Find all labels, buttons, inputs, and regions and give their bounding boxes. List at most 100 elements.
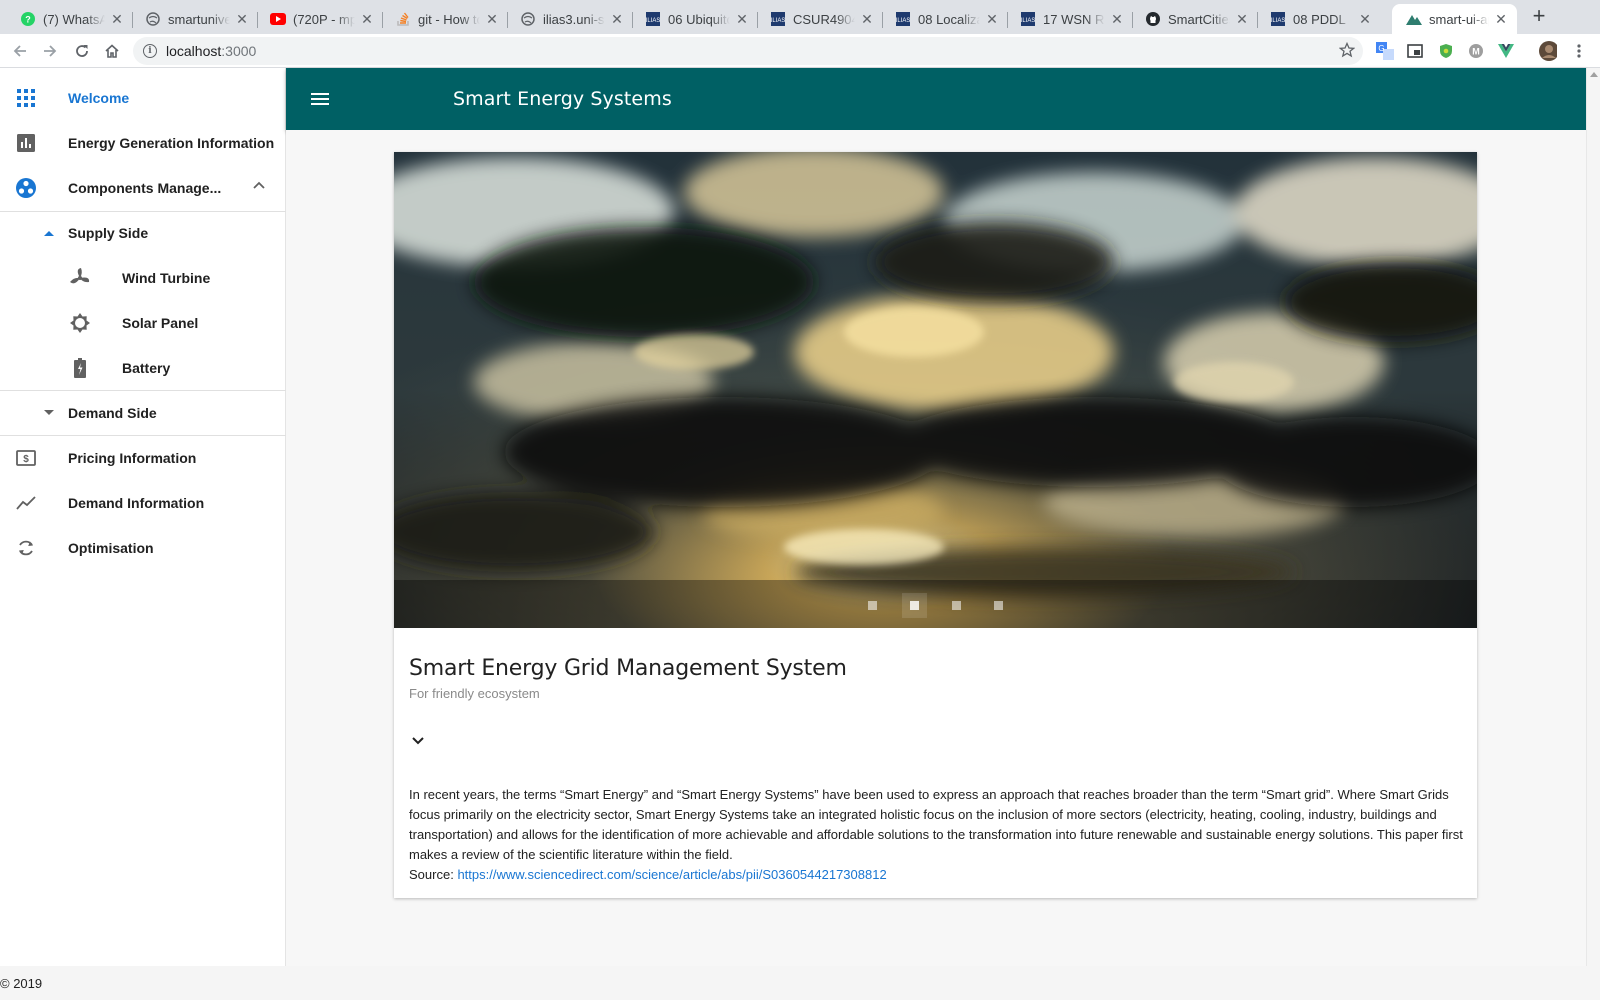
home-button[interactable] <box>100 39 124 63</box>
youtube-icon <box>270 11 286 27</box>
browser-tab[interactable]: ILIAS 17 WSN Routing ✕ <box>1006 4 1133 34</box>
carousel-dot-selected[interactable] <box>910 601 919 610</box>
close-tab-icon[interactable]: ✕ <box>484 11 500 28</box>
sync-icon <box>14 536 38 560</box>
svg-text:ILIAS: ILIAS <box>1271 18 1285 24</box>
sidebar-item-solar-panel[interactable]: Solar Panel <box>0 301 286 346</box>
card-subtitle: For friendly ecosystem <box>409 686 540 701</box>
sidebar-item-optimisation[interactable]: Optimisation <box>0 526 286 571</box>
close-tab-icon[interactable]: ✕ <box>1234 11 1250 28</box>
svg-text:G: G <box>1378 44 1384 53</box>
close-tab-icon[interactable]: ✕ <box>1493 11 1509 28</box>
browser-tab[interactable]: ILIAS 08 PDDL ✕ <box>1256 4 1381 34</box>
back-button[interactable] <box>8 39 32 63</box>
browser-tab[interactable]: SmartCities ✕ <box>1131 4 1258 34</box>
close-tab-icon[interactable]: ✕ <box>234 11 250 28</box>
sidebar-item-battery[interactable]: Battery <box>0 346 286 391</box>
back-arrow-icon <box>13 45 26 57</box>
carousel[interactable] <box>394 152 1477 628</box>
svg-text:ILIAS: ILIAS <box>896 18 910 24</box>
close-tab-icon[interactable]: ✕ <box>1357 11 1373 28</box>
sidebar-item-welcome[interactable]: Welcome <box>0 76 286 121</box>
page-scrollbar[interactable] <box>1586 68 1600 966</box>
chevron-up-icon[interactable] <box>252 178 266 195</box>
hamburger-menu-icon[interactable] <box>308 87 332 111</box>
sun-icon <box>68 311 92 335</box>
sidebar-item-wind-turbine[interactable]: Wind Turbine <box>0 256 286 301</box>
source-link[interactable]: https://www.sciencedirect.com/science/ar… <box>457 867 886 882</box>
close-tab-icon[interactable]: ✕ <box>359 11 375 28</box>
vue-devtools-icon[interactable] <box>1497 42 1515 60</box>
browser-tab[interactable]: ? (7) WhatsApp ✕ <box>6 4 133 34</box>
sidebar-item-components-management[interactable]: Components Manage... <box>0 166 286 211</box>
svg-text:ILIAS: ILIAS <box>646 18 660 24</box>
browser-menu-icon[interactable] <box>1570 42 1588 60</box>
sky-clouds-image <box>394 152 1477 628</box>
translate-extension-icon[interactable]: G <box>1376 42 1394 60</box>
site-info-icon[interactable]: i <box>143 44 157 58</box>
card-title: Smart Energy Grid Management System <box>409 656 847 681</box>
chevron-down-icon[interactable] <box>409 732 427 750</box>
app-title: Smart Energy Systems <box>453 88 672 110</box>
svg-text:$: $ <box>23 454 29 465</box>
home-icon <box>105 44 119 58</box>
close-tab-icon[interactable]: ✕ <box>984 11 1000 28</box>
sidebar-item-demand-side[interactable]: Demand Side <box>0 391 286 436</box>
stackoverflow-icon <box>395 11 411 27</box>
arrow-up-icon <box>37 221 61 245</box>
battery-icon <box>68 356 92 380</box>
bar-chart-icon <box>14 131 38 155</box>
browser-tab[interactable]: (720P - mp4) ✕ <box>256 4 383 34</box>
ilias-icon: ILIAS <box>895 11 911 27</box>
browser-toolbar: i localhost:3000 G M <box>0 34 1600 68</box>
ilias-icon: ILIAS <box>645 11 661 27</box>
browser-tab[interactable]: ILIAS 08 Localization ✕ <box>881 4 1008 34</box>
welcome-card: Smart Energy Grid Management System For … <box>394 152 1477 898</box>
browser-tab[interactable]: ilias3.uni-stuttgart ✕ <box>506 4 633 34</box>
shield-extension-icon[interactable] <box>1437 42 1455 60</box>
new-tab-button[interactable]: + <box>1527 5 1551 29</box>
sidebar-item-pricing[interactable]: $ Pricing Information <box>0 436 286 481</box>
address-bar[interactable]: i localhost:3000 <box>133 37 1363 65</box>
carousel-indicator-bar <box>394 580 1477 628</box>
carousel-dot[interactable] <box>952 601 961 610</box>
reload-icon <box>76 45 88 57</box>
apps-grid-icon <box>14 86 38 110</box>
trend-icon <box>14 491 38 515</box>
close-tab-icon[interactable]: ✕ <box>859 11 875 28</box>
avatar[interactable] <box>1539 41 1557 61</box>
forward-arrow-icon <box>44 45 57 57</box>
sidebar-item-energy-generation[interactable]: Energy Generation Information <box>0 121 286 166</box>
whatsapp-icon: ? <box>20 11 36 27</box>
close-tab-icon[interactable]: ✕ <box>734 11 750 28</box>
bookmark-star-icon[interactable] <box>1338 41 1356 61</box>
browser-tab[interactable]: git - How to ✕ <box>381 4 508 34</box>
sidebar-item-demand-information[interactable]: Demand Information <box>0 481 286 526</box>
globe-icon <box>145 11 161 27</box>
picture-in-picture-icon[interactable] <box>1406 42 1424 60</box>
triangle-icon <box>1406 11 1422 27</box>
sidebar-item-supply-side[interactable]: Supply Side <box>0 211 286 256</box>
wind-turbine-icon <box>68 266 92 290</box>
browser-tab-strip: ? (7) WhatsApp ✕ smartuniverse ✕ (720P -… <box>0 0 1600 34</box>
close-tab-icon[interactable]: ✕ <box>609 11 625 28</box>
carousel-dot[interactable] <box>994 601 1003 610</box>
browser-tab[interactable]: ILIAS CSUR4904 ✕ <box>756 4 883 34</box>
svg-text:ILIAS: ILIAS <box>1021 18 1035 24</box>
reload-button[interactable] <box>70 39 94 63</box>
globe-icon <box>520 11 536 27</box>
arrow-down-icon <box>37 401 61 425</box>
close-tab-icon[interactable]: ✕ <box>109 11 125 28</box>
forward-button[interactable] <box>38 39 62 63</box>
ilias-icon: ILIAS <box>1270 11 1286 27</box>
card-description: In recent years, the terms “Smart Energy… <box>409 787 1463 882</box>
browser-tab-active[interactable]: smart-ui-app ✕ <box>1392 4 1517 34</box>
components-icon <box>14 176 38 200</box>
ilias-icon: ILIAS <box>1020 11 1036 27</box>
mail-extension-icon[interactable]: M <box>1467 42 1485 60</box>
browser-tab[interactable]: smartuniverse ✕ <box>131 4 258 34</box>
scroll-up-arrow-icon[interactable] <box>1590 72 1598 77</box>
browser-tab[interactable]: ILIAS 06 Ubiquitous ✕ <box>631 4 758 34</box>
close-tab-icon[interactable]: ✕ <box>1109 11 1125 28</box>
carousel-dot[interactable] <box>868 601 877 610</box>
